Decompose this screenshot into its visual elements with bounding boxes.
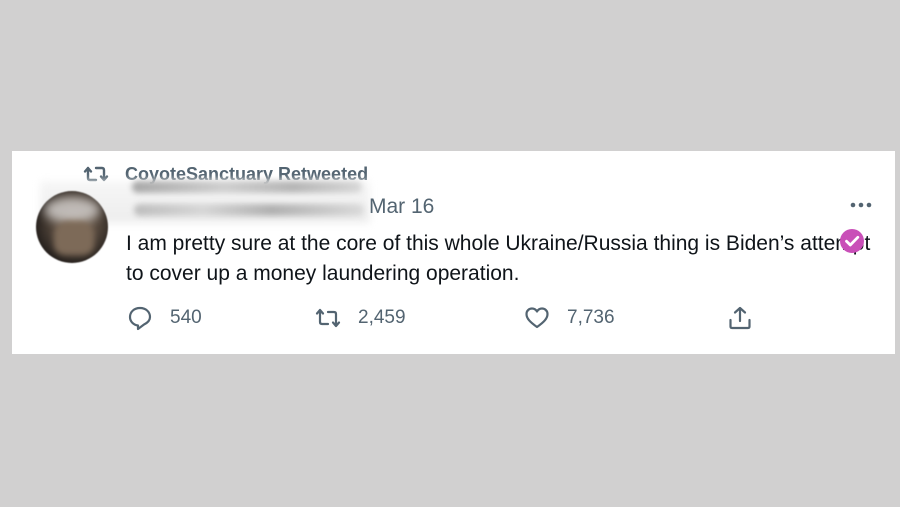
avatar-blur-top (44, 197, 100, 223)
heart-icon (525, 307, 549, 329)
tweet-text-container: I am pretty sure at the core of this who… (126, 229, 886, 289)
share-button[interactable] (727, 303, 753, 333)
share-icon (729, 306, 751, 330)
redacted-handle (134, 204, 364, 216)
like-count: 7,736 (567, 307, 615, 328)
avatar-blur-face (54, 221, 94, 255)
like-button[interactable]: 7,736 (524, 303, 615, 333)
retweet-button[interactable]: 2,459 (315, 303, 406, 333)
retweet-icon (315, 308, 341, 328)
redacted-display-name (132, 181, 362, 193)
tweet-actions: 540 2,459 7,736 (12, 303, 895, 333)
reply-count: 540 (170, 307, 202, 328)
tweet-text: I am pretty sure at the core of this who… (126, 232, 871, 285)
retweet-count: 2,459 (358, 307, 406, 328)
reply-icon (128, 306, 152, 331)
tweet-date[interactable]: Mar 16 (369, 195, 434, 219)
reply-button[interactable]: 540 (127, 303, 202, 333)
more-icon[interactable] (848, 195, 874, 215)
tweet-card[interactable]: CoyoteSanctuary Retweeted Mar 16 I am pr… (12, 151, 895, 354)
verified-check-icon (840, 229, 864, 253)
avatar[interactable] (36, 191, 108, 263)
